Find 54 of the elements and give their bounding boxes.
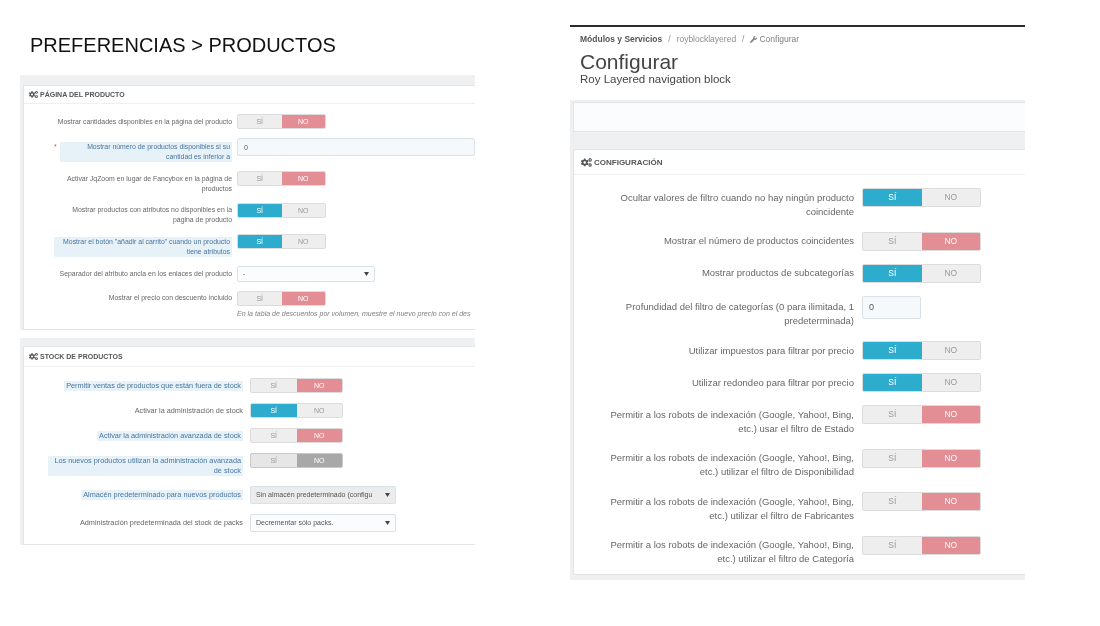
- field-label: Permitir a los robots de indexación (Google, Yahoo!, Bing, etc.) usar el filtro de Estado: [609, 407, 854, 436]
- caret-icon: [385, 520, 390, 525]
- field-label: Utilizar redondeo para filtrar por precio: [691, 375, 854, 390]
- breadcrumb-current: Configurar: [759, 33, 800, 45]
- toggle-option[interactable]: SÍ: [863, 189, 922, 206]
- toggle-option[interactable]: SÍ: [863, 342, 922, 359]
- toggle-switch[interactable]: SÍ NO: [862, 373, 981, 392]
- gears-icon: [29, 90, 38, 99]
- toggle-option[interactable]: NO: [921, 342, 980, 359]
- gears-icon: [581, 156, 592, 168]
- wrench-icon: [750, 35, 758, 43]
- toggle-option[interactable]: NO: [921, 189, 980, 206]
- toggle-option[interactable]: NO: [921, 449, 980, 467]
- toggle-switch[interactable]: SÍ NO: [862, 405, 981, 424]
- panel-heading: CONFIGURACIÓN: [594, 157, 663, 167]
- field-label: Permitir a los robots de indexación (Google, Yahoo!, Bing, etc.) utilizar el filtro de Disponibilidad: [609, 451, 854, 479]
- field-label: Permitir a los robots de indexación (Google, Yahoo!, Bing, etc.) utilizar el filtro de Categoría: [609, 538, 854, 566]
- page-title: Configurar: [580, 51, 680, 73]
- breadcrumb-link[interactable]: Módulos y Servicios: [580, 33, 663, 45]
- toggle-switch[interactable]: SÍ NO: [862, 341, 981, 360]
- breadcrumb-separator: /: [668, 33, 671, 45]
- page-subtitle: Roy Layered navigation block: [580, 73, 732, 86]
- toggle-option[interactable]: SÍ: [863, 264, 922, 282]
- field-label: Profundidad del filtro de categorías (0 para ilimitada, 1 predeterminada): [624, 300, 854, 328]
- field-label: Permitir a los robots de indexación (Google, Yahoo!, Bing, etc.) utilizar el filtro de Fabricantes: [609, 494, 854, 523]
- field-label: Mostrar el número de productos coincidentes: [663, 234, 854, 248]
- breadcrumb-separator: /: [742, 33, 745, 45]
- toggle-switch[interactable]: SÍ NO: [862, 231, 981, 251]
- toggle-option[interactable]: NO: [921, 493, 980, 510]
- toggle-switch[interactable]: SÍ NO: [862, 535, 981, 555]
- toggle-option[interactable]: NO: [921, 374, 980, 391]
- toggle-switch[interactable]: SÍ NO: [862, 448, 981, 468]
- toggle-option[interactable]: NO: [921, 264, 980, 282]
- toggle-switch[interactable]: SÍ NO: [862, 263, 981, 283]
- toggle-option[interactable]: SÍ: [863, 536, 922, 554]
- gears-icon: [29, 352, 38, 361]
- input-field[interactable]: 0: [862, 295, 921, 319]
- field-label: Ocultar valores de filtro cuando no hay ningún producto coincidente: [619, 190, 854, 219]
- toggle-option[interactable]: NO: [921, 406, 980, 423]
- field-label: Mostrar productos de subcategorías: [701, 266, 854, 280]
- field-label: Utilizar impuestos para filtrar por precio: [688, 343, 854, 358]
- toggle-option[interactable]: SÍ: [863, 232, 922, 250]
- breadcrumb-link[interactable]: royblocklayered: [676, 33, 737, 45]
- toggle-option[interactable]: SÍ: [863, 449, 922, 467]
- toggle-option[interactable]: SÍ: [863, 374, 922, 391]
- toggle-option[interactable]: SÍ: [863, 406, 922, 423]
- toggle-option[interactable]: SÍ: [863, 493, 922, 510]
- toggle-switch[interactable]: SÍ NO: [862, 188, 981, 207]
- slide-title: PREFERENCIAS > PRODUCTOS: [30, 33, 337, 57]
- toggle-switch[interactable]: SÍ NO: [862, 492, 981, 511]
- caret-icon: [364, 271, 369, 276]
- toggle-option[interactable]: NO: [921, 536, 980, 554]
- caret-icon: [385, 492, 390, 497]
- toggle-option[interactable]: NO: [921, 232, 980, 250]
